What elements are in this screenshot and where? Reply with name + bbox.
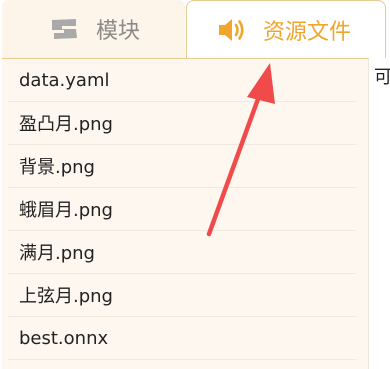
annotation-arrow bbox=[206, 63, 275, 237]
